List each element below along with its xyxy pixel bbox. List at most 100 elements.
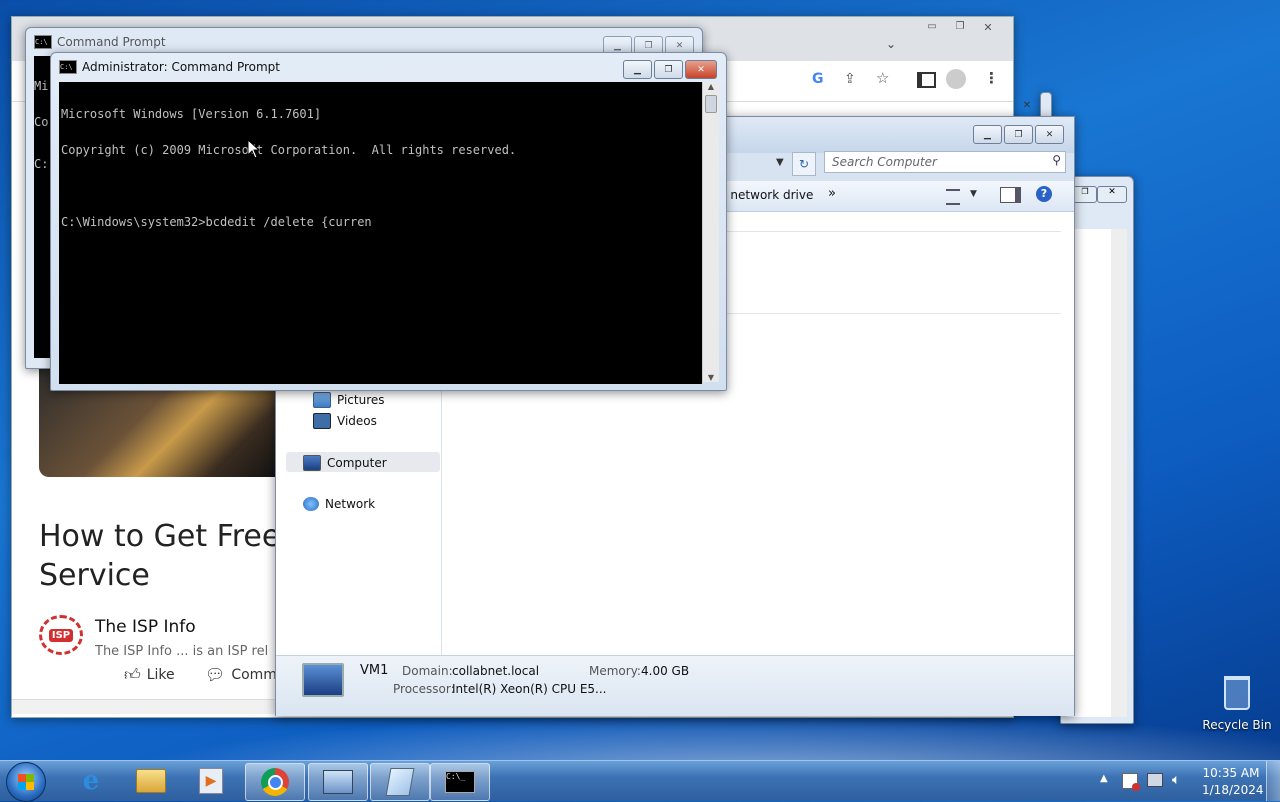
- scroll-thumb[interactable]: [705, 95, 717, 113]
- folder-icon: [136, 769, 166, 793]
- windows-logo-lower: [18, 782, 34, 790]
- address-dropdown-icon[interactable]: ▼: [776, 157, 784, 168]
- nav-label-computer: Computer: [327, 456, 387, 470]
- chrome-maximize-button[interactable]: ❐: [949, 21, 971, 35]
- nav-label-pictures: Pictures: [337, 393, 385, 407]
- cmd-line-3: C:\Windows\system32>bcdedit /delete {cur…: [61, 215, 372, 229]
- search-placeholder: Search Computer: [832, 155, 937, 169]
- author-blurb: The ISP Info ... is an ISP rel: [95, 644, 269, 656]
- nav-label-videos: Videos: [337, 414, 377, 428]
- cmd-front-app-icon: C:\: [59, 60, 77, 74]
- search-icon: ⚲: [1052, 153, 1061, 167]
- thumbs-up-icon: 👍︎: [124, 665, 141, 684]
- view-dropdown-icon[interactable]: ▼: [970, 189, 977, 199]
- nav-label-network: Network: [325, 497, 376, 511]
- background-window-scrollbar[interactable]: [1111, 229, 1127, 717]
- cmd-front-caption-buttons: ▁ ❐ ✕: [623, 60, 717, 79]
- show-desktop-button[interactable]: [1266, 761, 1280, 801]
- details-domain-value: collabnet.local: [452, 664, 540, 678]
- vm-computer-icon: [302, 663, 344, 697]
- volume-muted-icon[interactable]: 🔈︎: [1172, 772, 1180, 788]
- explorer-minimize-button[interactable]: ▁: [973, 125, 1002, 144]
- details-memory-label: Memory:: [589, 664, 641, 678]
- profile-avatar-icon[interactable]: [946, 69, 966, 89]
- google-icon[interactable]: G: [812, 71, 824, 87]
- cmd-line-2: [61, 180, 702, 192]
- clock-time[interactable]: 10:35 AM: [1202, 766, 1260, 780]
- explorer-close-button[interactable]: ✕: [1035, 125, 1064, 144]
- cmd-line-1: Copyright (c) 2009 Microsoft Corporation…: [61, 143, 517, 157]
- chrome-icon-center: [267, 774, 283, 790]
- taskbar-chrome-button[interactable]: [245, 763, 305, 801]
- cmd-front-console[interactable]: Microsoft Windows [Version 6.1.7601] Cop…: [59, 82, 702, 384]
- taskbar-notepad-button[interactable]: [370, 763, 430, 801]
- tab-search-chevron-icon[interactable]: ⌄: [886, 37, 896, 51]
- cmd-front-close-button[interactable]: ✕: [685, 60, 717, 79]
- article-title: How to Get Free Service: [39, 519, 281, 593]
- side-panel-icon[interactable]: [917, 72, 936, 88]
- recycle-bin-desktop-icon[interactable]: Recycle Bin: [1200, 676, 1274, 732]
- taskbar-media-player-button[interactable]: ▶: [182, 763, 240, 799]
- share-icon[interactable]: ⇪: [844, 71, 856, 87]
- scroll-up-arrow-icon[interactable]: ▲: [703, 82, 719, 91]
- scroll-down-arrow-icon[interactable]: ▼: [703, 373, 719, 382]
- cmd-taskbar-icon: C:\_: [445, 771, 475, 793]
- taskbar-cmd-button[interactable]: C:\_: [430, 763, 490, 801]
- comment-button[interactable]: 💬︎ Comme: [205, 665, 286, 684]
- cmd-line-0: Microsoft Windows [Version 6.1.7601]: [61, 107, 322, 121]
- preview-pane-icon[interactable]: [1000, 187, 1021, 203]
- computer-management-icon: [323, 770, 353, 794]
- nav-item-computer[interactable]: Computer: [303, 455, 387, 471]
- view-options-icon[interactable]: [946, 189, 960, 205]
- help-icon[interactable]: ?: [1036, 186, 1052, 202]
- author-name[interactable]: The ISP Info: [95, 617, 196, 637]
- background-window-close-button[interactable]: ✕: [1014, 100, 1040, 114]
- comment-icon: 💬︎: [205, 665, 226, 684]
- nav-item-network[interactable]: Network: [303, 497, 375, 511]
- map-network-drive-button[interactable]: p network drive: [719, 188, 813, 202]
- content-separator-1: [726, 231, 1061, 232]
- details-domain-label: Domain:: [402, 664, 453, 678]
- taskbar-ie-button[interactable]: e: [62, 763, 120, 799]
- action-center-flag-icon[interactable]: [1122, 773, 1140, 791]
- background-window-restore-button[interactable]: ❐: [1073, 186, 1097, 203]
- recycle-bin-icon: [1224, 676, 1250, 710]
- background-window-close-button-2[interactable]: ✕: [1097, 186, 1127, 203]
- chrome-minimize-button[interactable]: ▭: [921, 21, 943, 35]
- start-button[interactable]: [6, 762, 46, 802]
- toolbar-more-chevron-icon[interactable]: »: [828, 186, 836, 201]
- network-tray-icon[interactable]: [1147, 773, 1163, 787]
- nav-item-videos[interactable]: Videos: [313, 413, 377, 429]
- pictures-icon: [313, 392, 331, 408]
- explorer-maximize-button[interactable]: ❐: [1004, 125, 1033, 144]
- cmd-front-maximize-button[interactable]: ❐: [654, 60, 683, 79]
- chrome-menu-icon[interactable]: ⋮: [984, 69, 999, 87]
- search-input[interactable]: Search Computer ⚲: [824, 151, 1066, 173]
- details-processor-label: Processor:: [393, 682, 455, 696]
- cmd-front-title: Administrator: Command Prompt: [82, 60, 280, 74]
- taskbar: e ▶ C:\_ ▲ 🔈︎ 10:35 AM 1/18/2024: [0, 760, 1280, 802]
- cmd-back-app-icon: C:\: [34, 35, 52, 49]
- network-icon: [303, 497, 319, 511]
- cmd-front-vertical-scrollbar[interactable]: ▲ ▼: [702, 82, 719, 382]
- taskbar-computer-button[interactable]: [308, 763, 368, 801]
- recycle-bin-label: Recycle Bin: [1202, 718, 1272, 732]
- cmd-front-minimize-button[interactable]: ▁: [623, 60, 652, 79]
- notepad-icon: [385, 768, 415, 796]
- isp-logo-text: ISP: [48, 628, 74, 642]
- media-player-icon: ▶: [199, 768, 223, 794]
- nav-item-pictures[interactable]: Pictures: [313, 392, 385, 408]
- like-label: Like: [146, 667, 175, 683]
- show-hidden-icons-button[interactable]: ▲: [1100, 773, 1108, 784]
- taskbar-explorer-button[interactable]: [122, 763, 180, 799]
- details-processor-value: Intel(R) Xeon(R) CPU E5...: [452, 682, 607, 696]
- cmd-window-admin[interactable]: C:\ Administrator: Command Prompt ▁ ❐ ✕ …: [50, 52, 727, 391]
- internet-explorer-icon: e: [82, 766, 100, 796]
- clock-date[interactable]: 1/18/2024: [1202, 783, 1264, 797]
- like-button[interactable]: 👍︎ Like: [124, 665, 175, 685]
- refresh-icon[interactable]: ↻: [792, 152, 816, 176]
- computer-icon: [303, 455, 321, 471]
- bookmark-star-icon[interactable]: ☆: [876, 69, 889, 87]
- chrome-close-button[interactable]: ✕: [977, 21, 999, 35]
- isp-logo: ISP: [39, 615, 83, 655]
